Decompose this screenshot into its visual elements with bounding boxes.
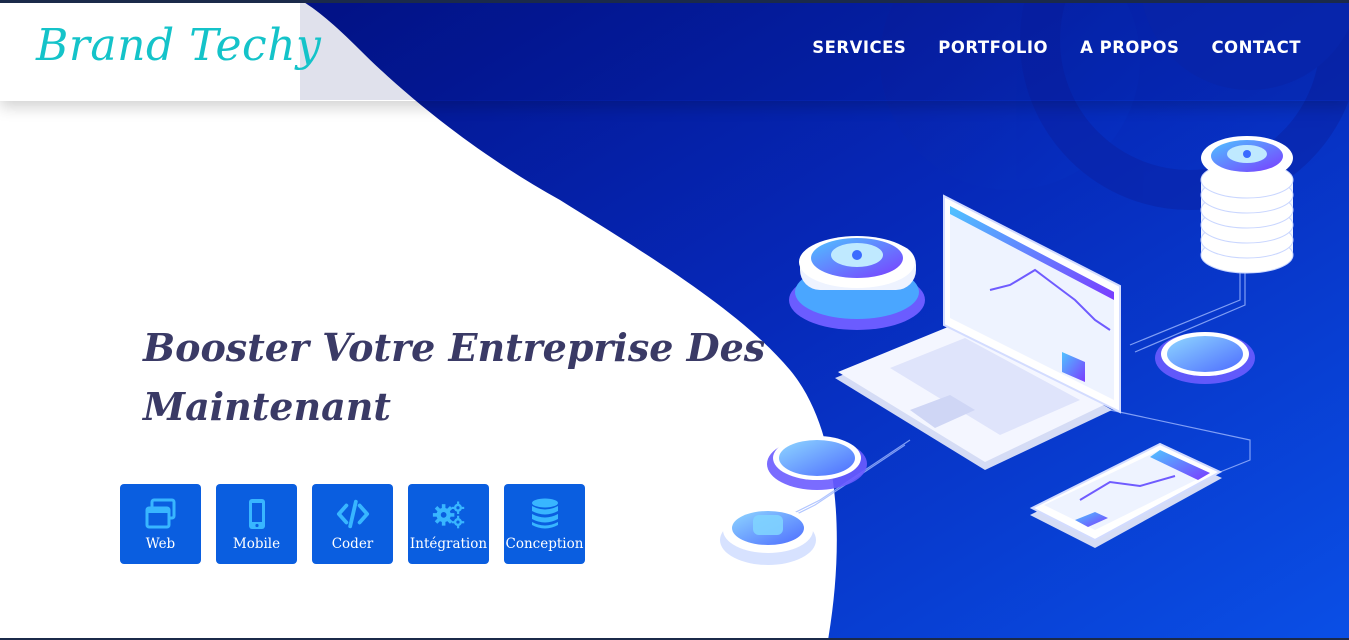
database-icon (528, 497, 562, 531)
hero-title-line2: Maintenant (143, 384, 391, 429)
service-mobile-button[interactable]: Mobile (216, 484, 297, 564)
service-coder-label: Coder (331, 536, 374, 552)
main-nav: SERVICES PORTFOLIO A PROPOS CONTACT (812, 38, 1301, 57)
nav-a-propos[interactable]: A PROPOS (1080, 38, 1179, 57)
service-web-label: Web (145, 536, 176, 552)
nav-portfolio[interactable]: PORTFOLIO (938, 38, 1048, 57)
service-integration-label: Intégration (409, 536, 488, 552)
service-conception-button[interactable]: Conception (504, 484, 585, 564)
cogs-icon (432, 497, 466, 531)
code-icon (336, 497, 370, 531)
services-row: Web Mobile Coder Intégration Conception (120, 484, 585, 564)
hero-title: Booster Votre Entreprise Des Maintenant (143, 318, 783, 436)
floating-pad-1 (767, 436, 867, 490)
top-border (0, 0, 1349, 3)
windows-icon (144, 497, 178, 531)
service-conception-label: Conception (505, 536, 584, 552)
service-mobile-label: Mobile (232, 536, 281, 552)
service-integration-button[interactable]: Intégration (408, 484, 489, 564)
nav-services[interactable]: SERVICES (812, 38, 906, 57)
service-web-button[interactable]: Web (120, 484, 201, 564)
hero-title-line1: Booster Votre Entreprise Des (143, 325, 766, 370)
brand-logo[interactable]: Brand Techy (36, 20, 321, 71)
service-coder-button[interactable]: Coder (312, 484, 393, 564)
nav-contact[interactable]: CONTACT (1211, 38, 1301, 57)
mobile-icon (240, 497, 274, 531)
